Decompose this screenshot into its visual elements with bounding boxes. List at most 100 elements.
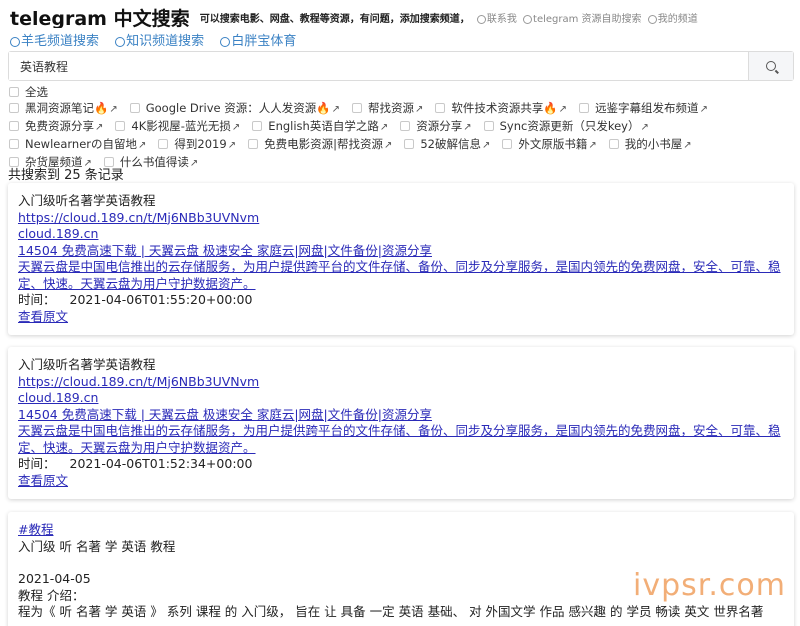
search-icon — [10, 36, 20, 47]
external-link-icon: ↗ — [558, 104, 568, 115]
result-url[interactable]: https://cloud.189.cn/t/Mj6NBb3UVNvm — [18, 210, 784, 227]
header-links: 联系我 telegram 资源自助搜索 我的频道 — [474, 14, 698, 25]
channel-filter-item[interactable]: 黑洞资源笔记🔥↗ — [9, 100, 118, 118]
checkbox-icon — [608, 139, 619, 149]
channel-filter-label: 外文原版书籍 — [518, 137, 588, 151]
nav-sports[interactable]: 白胖宝体育 — [220, 34, 296, 49]
result-title: 入门级听名著学英语教程 — [18, 193, 156, 208]
checkbox-icon — [158, 139, 169, 149]
external-link-icon: ↗ — [109, 104, 118, 115]
external-link-icon: ↗ — [138, 140, 147, 151]
checkbox-icon — [9, 103, 19, 113]
channel-filter-label: 资源分享 — [416, 119, 463, 133]
channel-filter-label: 4K影视屋-蓝光无损 — [131, 119, 231, 133]
channel-filter-item[interactable]: 帮找资源↗ — [351, 100, 424, 118]
external-link-icon: ↗ — [189, 158, 199, 169]
result-time: 时间： 2021-04-06T01:52:34+00:00 — [18, 456, 253, 471]
checkbox-icon — [404, 139, 415, 149]
result-card: 入门级听名著学英语教程 https://cloud.189.cn/t/Mj6NB… — [8, 183, 794, 335]
channel-filter-item[interactable]: 4K影视屋-蓝光无损↗ — [115, 118, 240, 136]
channel-filter-item[interactable]: 我的小书屋↗ — [608, 136, 692, 154]
channel-filter-item[interactable]: 资源分享↗ — [400, 118, 472, 136]
contact-link[interactable]: 联系我 — [487, 14, 517, 25]
channel-filter-item[interactable]: English英语自学之路↗ — [252, 118, 388, 136]
result-desc[interactable]: 天翼云盘是中国电信推出的云存储服务，为用户提供跨平台的文件存储、备份、同步及分享… — [18, 259, 784, 292]
channel-filter-label: English英语自学之路 — [268, 119, 379, 133]
checkbox-icon — [435, 103, 446, 113]
checkbox-icon — [248, 139, 259, 149]
channel-filter-item[interactable]: 软件技术资源共享🔥↗ — [435, 100, 567, 118]
nav-wool-search[interactable]: 羊毛频道搜索 — [10, 34, 99, 49]
checkbox-icon — [252, 121, 263, 131]
filter-list: 黑洞资源笔记🔥↗ Google Drive 资源：人人发资源🔥↗ 帮找资源↗ 软件技术… — [9, 100, 794, 172]
user-icon — [476, 14, 486, 24]
external-link-icon: ↗ — [379, 122, 389, 133]
channel-filter-label: 免费电影资源|帮找资源 — [264, 137, 383, 151]
channel-filter-item[interactable]: Google Drive 资源：人人发资源🔥↗ — [129, 100, 340, 118]
external-link-icon: ↗ — [414, 104, 424, 115]
checkbox-icon — [9, 121, 19, 131]
result-time: 时间： 2021-04-06T01:55:20+00:00 — [18, 292, 253, 307]
channel-filter-label: 黑洞资源笔记🔥 — [25, 101, 109, 115]
lock-icon — [523, 14, 533, 24]
search-icon — [766, 61, 776, 71]
site-subtitle: 可以搜索电影、网盘、教程等资源，有问题，添加搜索频道， — [199, 14, 470, 25]
my-channel-link[interactable]: 我的频道 — [658, 14, 698, 25]
external-link-icon: ↗ — [683, 140, 692, 151]
nav-knowledge-search[interactable]: 知识频道搜索 — [115, 34, 204, 49]
search-button[interactable] — [748, 52, 793, 80]
self-search-link[interactable]: telegram 资源自助搜索 — [533, 14, 642, 25]
select-all-row: 全选 — [9, 84, 794, 100]
channel-filter-label: Google Drive 资源：人人发资源🔥 — [145, 101, 331, 115]
view-original-link[interactable]: 查看原文 — [18, 309, 784, 326]
result-title: 入门级听名著学英语教程 — [18, 357, 156, 372]
channel-filters: 全选 黑洞资源笔记🔥↗ Google Drive 资源：人人发资源🔥↗ 帮找资源↗ 软… — [9, 84, 794, 169]
external-link-icon: ↗ — [588, 140, 597, 151]
search-input[interactable] — [9, 52, 748, 80]
external-link-icon: ↗ — [231, 122, 241, 133]
result-url[interactable]: https://cloud.189.cn/t/Mj6NBb3UVNvm — [18, 374, 784, 391]
channel-filter-item[interactable]: 得到2019↗ — [158, 136, 236, 154]
post-title: 入门级 听 名著 学 英语 教程 — [18, 538, 176, 554]
channel-filter-item[interactable]: Newlearnerの自留地↗ — [9, 136, 146, 154]
site-title[interactable]: telegram 中文搜索 — [10, 8, 190, 28]
circle-icon — [647, 14, 657, 24]
channel-filter-label: 我的小书屋 — [624, 137, 683, 151]
channel-filter-label: 软件技术资源共享🔥 — [451, 101, 558, 115]
result-card: 入门级听名著学英语教程 https://cloud.189.cn/t/Mj6NB… — [8, 347, 794, 499]
result-desc-title[interactable]: 14504 免费高速下载 | 天翼云盘 极速安全 家庭云|网盘|文件备份|资源分… — [18, 407, 784, 424]
result-desc[interactable]: 天翼云盘是中国电信推出的云存储服务，为用户提供跨平台的文件存储、备份、同步及分享… — [18, 423, 784, 456]
external-link-icon: ↗ — [482, 140, 491, 151]
checkbox-icon — [9, 139, 19, 149]
channel-filter-label: 免费资源分享 — [25, 119, 94, 133]
checkbox-icon — [400, 121, 411, 131]
channel-filter-item[interactable]: Sync资源更新（只发key）↗ — [483, 118, 649, 136]
channel-filter-item[interactable]: 远鉴字幕组发布频道↗ — [579, 100, 708, 118]
result-desc-title[interactable]: 14504 免费高速下载 | 天翼云盘 极速安全 家庭云|网盘|文件备份|资源分… — [18, 243, 784, 260]
post-body: 程为《 听 名著 学 英语 》 系列 课程 的 入门级， 旨在 让 具备 一定 … — [18, 604, 764, 619]
channel-filter-item[interactable]: 免费资源分享↗ — [9, 118, 103, 136]
channel-filter-label: 什么书值得读 — [119, 155, 189, 169]
watermark-text: ivpsr.com — [633, 568, 786, 603]
result-domain[interactable]: cloud.189.cn — [18, 390, 784, 407]
result-count: 共搜索到 25 条记录 — [8, 168, 124, 183]
checkbox-icon — [483, 121, 494, 131]
channel-filter-item[interactable]: 52破解信息↗ — [404, 136, 490, 154]
channel-filter-label: 帮找资源 — [367, 101, 414, 115]
channel-filter-item[interactable]: 外文原版书籍↗ — [502, 136, 597, 154]
channel-filter-label: Sync资源更新（只发key） — [499, 119, 640, 133]
sports-icon — [220, 36, 231, 47]
select-all-checkbox[interactable]: 全选 — [9, 84, 48, 100]
post-tag[interactable]: #教程 — [18, 522, 784, 539]
checkbox-icon — [115, 121, 126, 131]
header: telegram 中文搜索 可以搜索电影、网盘、教程等资源，有问题，添加搜索频道… — [10, 4, 795, 28]
channel-filter-label: 52破解信息 — [420, 137, 481, 151]
nav-links: 羊毛频道搜索 知识频道搜索 白胖宝体育 — [10, 30, 308, 49]
view-original-link[interactable]: 查看原文 — [18, 473, 784, 490]
result-domain[interactable]: cloud.189.cn — [18, 226, 784, 243]
external-link-icon: ↗ — [640, 122, 649, 133]
checkbox-icon — [9, 87, 19, 97]
channel-filter-label: 远鉴字幕组发布频道 — [595, 101, 699, 115]
external-link-icon: ↗ — [227, 140, 237, 151]
channel-filter-item[interactable]: 免费电影资源|帮找资源↗ — [248, 136, 392, 154]
